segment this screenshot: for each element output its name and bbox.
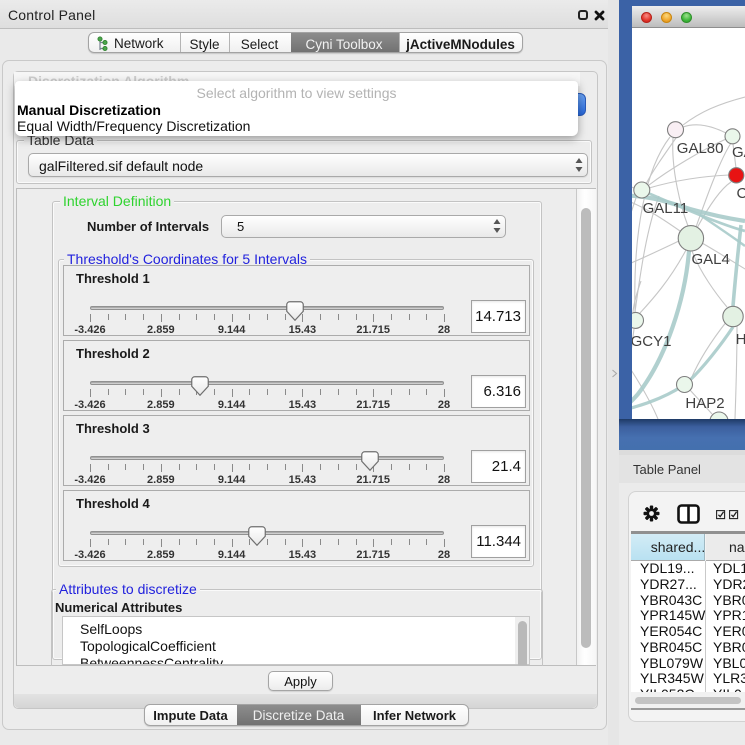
svg-text:H: H <box>736 331 745 348</box>
svg-text:GAL80: GAL80 <box>677 140 724 157</box>
svg-text:GCY1: GCY1 <box>632 333 671 350</box>
svg-text:GAL11: GAL11 <box>643 200 689 217</box>
svg-text:HAP2: HAP2 <box>685 395 724 412</box>
svg-text:GA: GA <box>732 144 745 161</box>
svg-text:C: C <box>737 185 745 202</box>
svg-text:GAL4: GAL4 <box>692 251 730 268</box>
